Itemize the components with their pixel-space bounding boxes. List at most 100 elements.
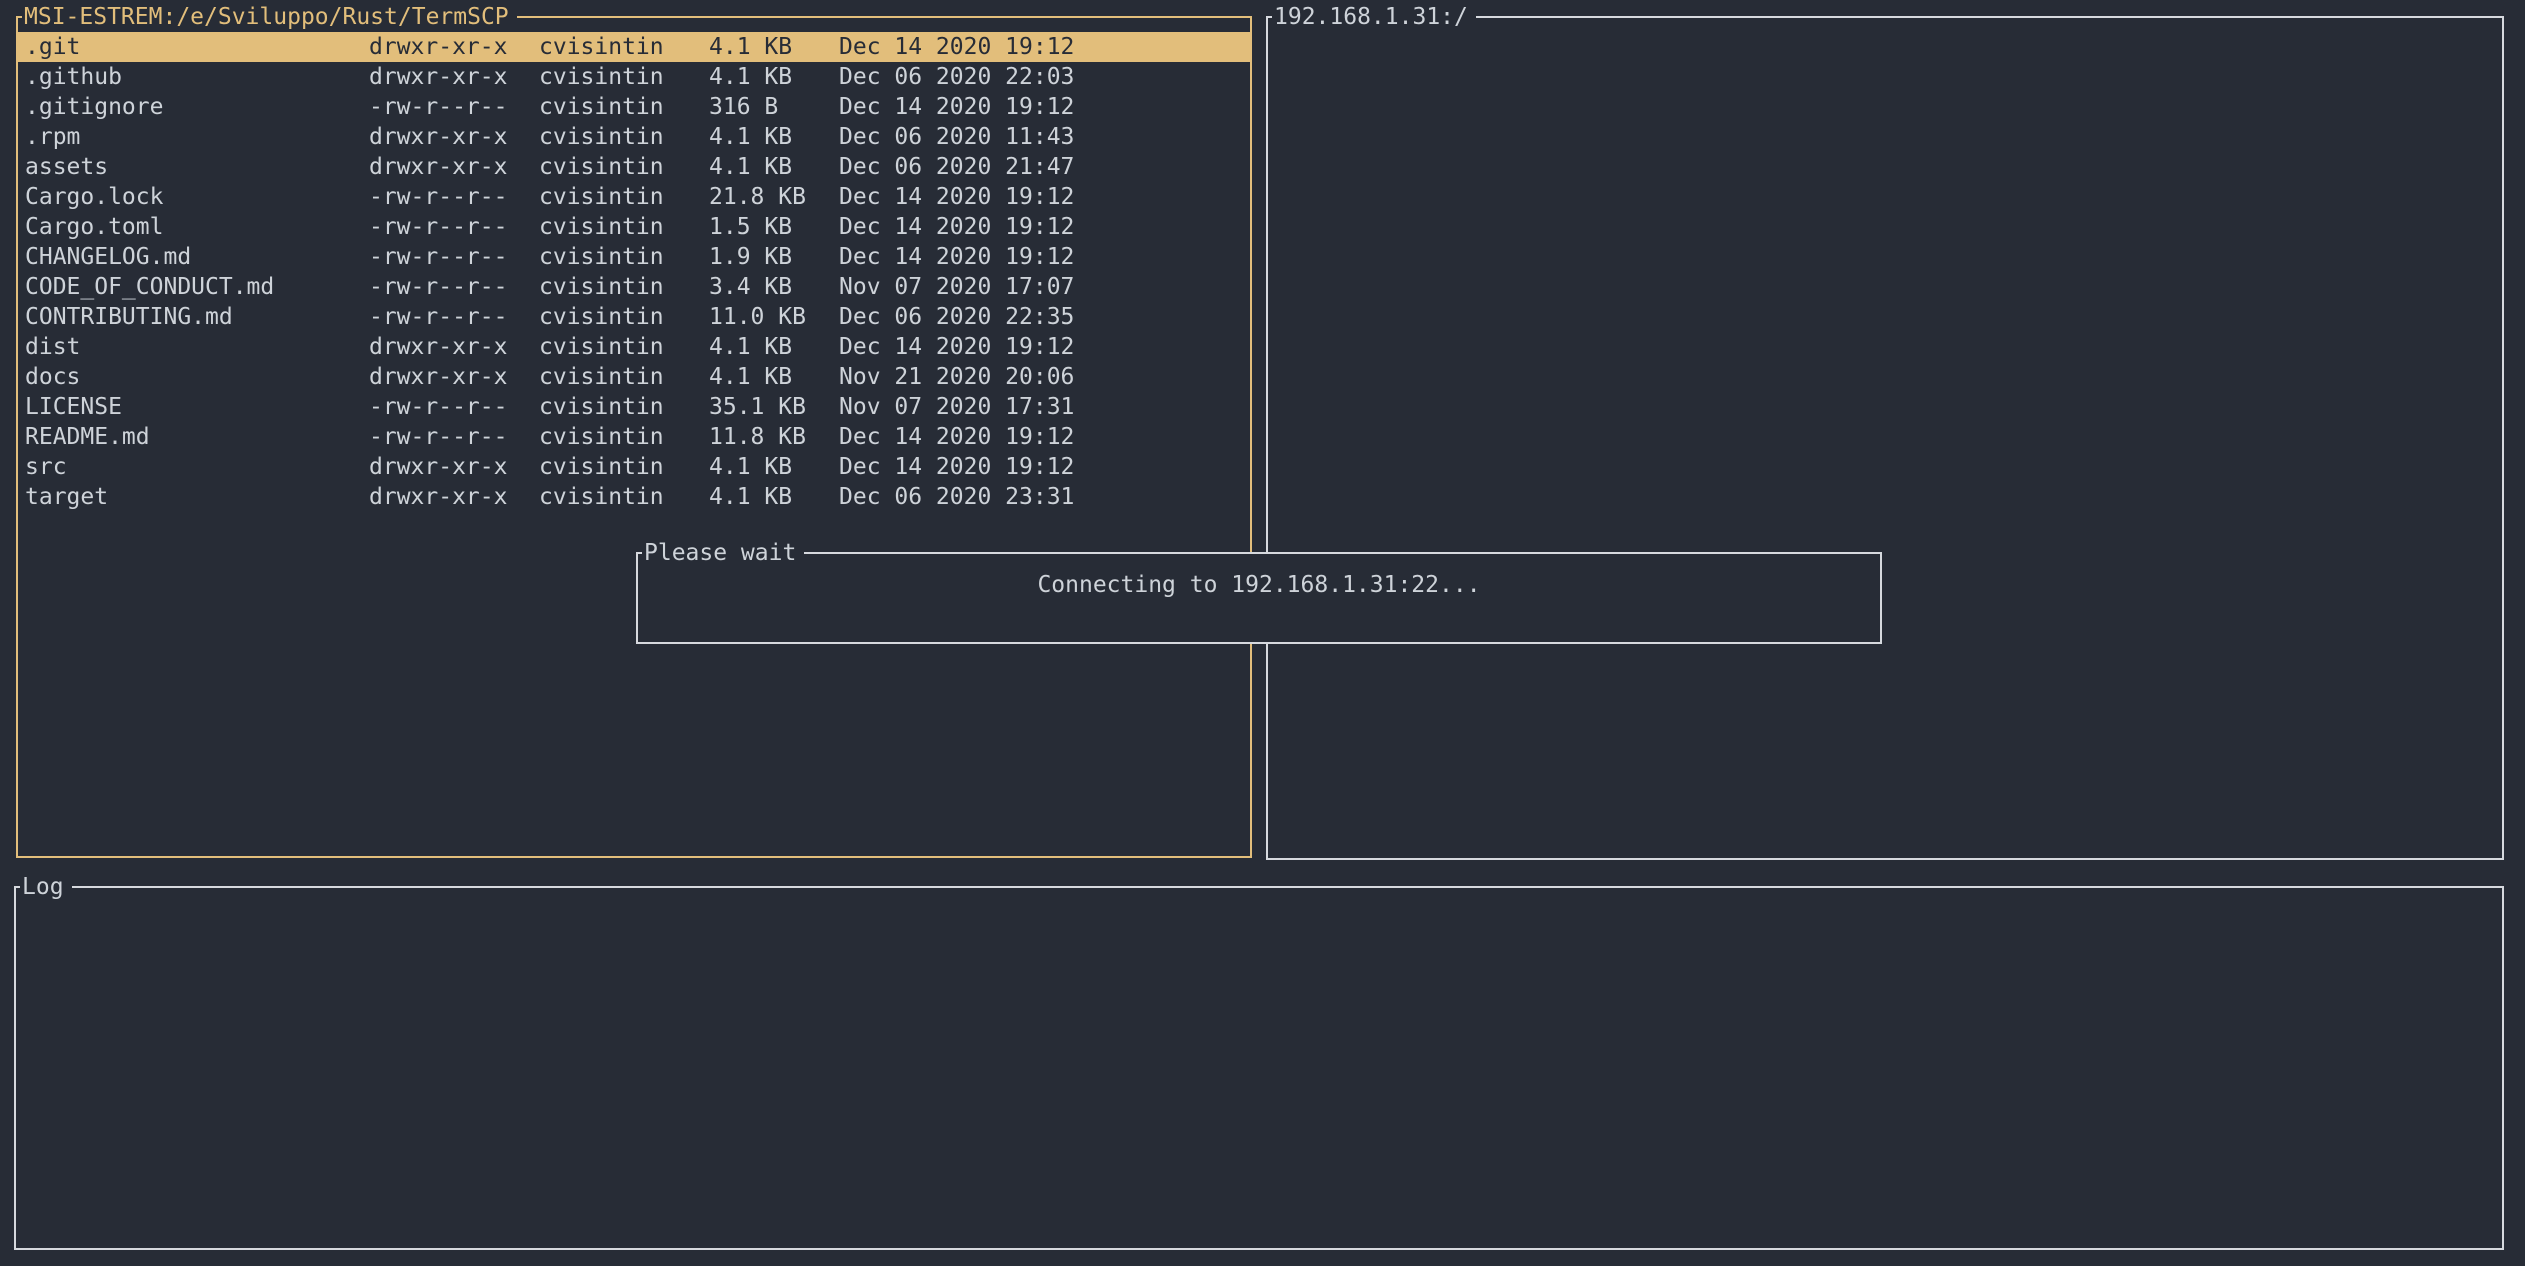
file-perms: drwxr-xr-x [369,362,539,392]
file-owner: cvisintin [539,152,709,182]
file-perms: drwxr-xr-x [369,332,539,362]
file-name: Cargo.lock [25,182,369,212]
file-size: 316 B [709,92,839,122]
log-content [16,888,2502,1248]
file-owner: cvisintin [539,272,709,302]
wait-modal-title: Please wait [642,539,804,567]
file-name: .gitignore [25,92,369,122]
file-row[interactable]: CHANGELOG.md -rw-r--r-- cvisintin 1.9 KB… [18,242,1250,272]
file-perms: drwxr-xr-x [369,152,539,182]
file-name: .github [25,62,369,92]
file-name: LICENSE [25,392,369,422]
file-modified: Dec 06 2020 23:31 [839,482,1250,512]
local-file-list: .git drwxr-xr-x cvisintin 4.1 KB Dec 14 … [18,18,1250,512]
file-owner: cvisintin [539,32,709,62]
file-perms: -rw-r--r-- [369,92,539,122]
file-size: 4.1 KB [709,362,839,392]
file-row[interactable]: README.md -rw-r--r-- cvisintin 11.8 KB D… [18,422,1250,452]
file-perms: drwxr-xr-x [369,62,539,92]
file-perms: drwxr-xr-x [369,482,539,512]
file-row[interactable]: src drwxr-xr-x cvisintin 4.1 KB Dec 14 2… [18,452,1250,482]
file-modified: Dec 14 2020 19:12 [839,452,1250,482]
file-owner: cvisintin [539,122,709,152]
file-modified: Dec 14 2020 19:12 [839,182,1250,212]
file-modified: Dec 06 2020 11:43 [839,122,1250,152]
file-row[interactable]: assets drwxr-xr-x cvisintin 4.1 KB Dec 0… [18,152,1250,182]
file-name: dist [25,332,369,362]
file-row[interactable]: .git drwxr-xr-x cvisintin 4.1 KB Dec 14 … [18,32,1250,62]
file-row[interactable]: .rpm drwxr-xr-x cvisintin 4.1 KB Dec 06 … [18,122,1250,152]
file-perms: drwxr-xr-x [369,32,539,62]
file-owner: cvisintin [539,62,709,92]
local-panel-title: MSI-ESTREM:/e/Sviluppo/Rust/TermSCP [22,3,517,31]
file-owner: cvisintin [539,362,709,392]
file-size: 11.0 KB [709,302,839,332]
file-modified: Dec 06 2020 22:03 [839,62,1250,92]
file-size: 4.1 KB [709,32,839,62]
file-owner: cvisintin [539,452,709,482]
file-perms: -rw-r--r-- [369,212,539,242]
file-modified: Dec 06 2020 22:35 [839,302,1250,332]
file-row[interactable]: .gitignore -rw-r--r-- cvisintin 316 B De… [18,92,1250,122]
file-row[interactable]: Cargo.lock -rw-r--r-- cvisintin 21.8 KB … [18,182,1250,212]
file-row[interactable]: docs drwxr-xr-x cvisintin 4.1 KB Nov 21 … [18,362,1250,392]
file-owner: cvisintin [539,242,709,272]
file-modified: Dec 14 2020 19:12 [839,212,1250,242]
local-file-panel: MSI-ESTREM:/e/Sviluppo/Rust/TermSCP .git… [16,16,1252,858]
log-panel: Log [14,886,2504,1250]
file-modified: Dec 14 2020 19:12 [839,242,1250,272]
file-name: CODE_OF_CONDUCT.md [25,272,369,302]
file-owner: cvisintin [539,302,709,332]
file-size: 4.1 KB [709,452,839,482]
file-size: 1.5 KB [709,212,839,242]
file-name: assets [25,152,369,182]
file-size: 3.4 KB [709,272,839,302]
file-row[interactable]: dist drwxr-xr-x cvisintin 4.1 KB Dec 14 … [18,332,1250,362]
file-modified: Dec 14 2020 19:12 [839,422,1250,452]
file-name: .git [25,32,369,62]
file-owner: cvisintin [539,182,709,212]
file-size: 1.9 KB [709,242,839,272]
file-modified: Nov 07 2020 17:31 [839,392,1250,422]
file-size: 35.1 KB [709,392,839,422]
file-modified: Dec 14 2020 19:12 [839,332,1250,362]
file-modified: Dec 14 2020 19:12 [839,32,1250,62]
file-size: 4.1 KB [709,122,839,152]
file-size: 4.1 KB [709,62,839,92]
file-owner: cvisintin [539,92,709,122]
file-size: 4.1 KB [709,332,839,362]
file-name: src [25,452,369,482]
file-row[interactable]: target drwxr-xr-x cvisintin 4.1 KB Dec 0… [18,482,1250,512]
file-modified: Dec 14 2020 19:12 [839,92,1250,122]
wait-modal: Please wait Connecting to 192.168.1.31:2… [636,552,1882,644]
file-name: Cargo.toml [25,212,369,242]
file-row[interactable]: CODE_OF_CONDUCT.md -rw-r--r-- cvisintin … [18,272,1250,302]
file-perms: drwxr-xr-x [369,452,539,482]
file-perms: -rw-r--r-- [369,272,539,302]
file-perms: drwxr-xr-x [369,122,539,152]
file-row[interactable]: .github drwxr-xr-x cvisintin 4.1 KB Dec … [18,62,1250,92]
remote-file-list [1268,18,2502,858]
file-name: docs [25,362,369,392]
connecting-message: Connecting to 192.168.1.31:22... [638,570,1880,600]
file-size: 21.8 KB [709,182,839,212]
file-owner: cvisintin [539,482,709,512]
file-size: 4.1 KB [709,152,839,182]
file-row[interactable]: CONTRIBUTING.md -rw-r--r-- cvisintin 11.… [18,302,1250,332]
file-modified: Nov 21 2020 20:06 [839,362,1250,392]
file-name: CHANGELOG.md [25,242,369,272]
file-name: .rpm [25,122,369,152]
file-modified: Nov 07 2020 17:07 [839,272,1250,302]
file-modified: Dec 06 2020 21:47 [839,152,1250,182]
file-perms: -rw-r--r-- [369,242,539,272]
file-owner: cvisintin [539,392,709,422]
file-owner: cvisintin [539,332,709,362]
log-panel-title: Log [20,873,72,901]
file-row[interactable]: Cargo.toml -rw-r--r-- cvisintin 1.5 KB D… [18,212,1250,242]
file-perms: -rw-r--r-- [369,422,539,452]
file-perms: -rw-r--r-- [369,392,539,422]
file-size: 11.8 KB [709,422,839,452]
file-perms: -rw-r--r-- [369,302,539,332]
remote-panel-title: 192.168.1.31:/ [1272,3,1476,31]
file-row[interactable]: LICENSE -rw-r--r-- cvisintin 35.1 KB Nov… [18,392,1250,422]
